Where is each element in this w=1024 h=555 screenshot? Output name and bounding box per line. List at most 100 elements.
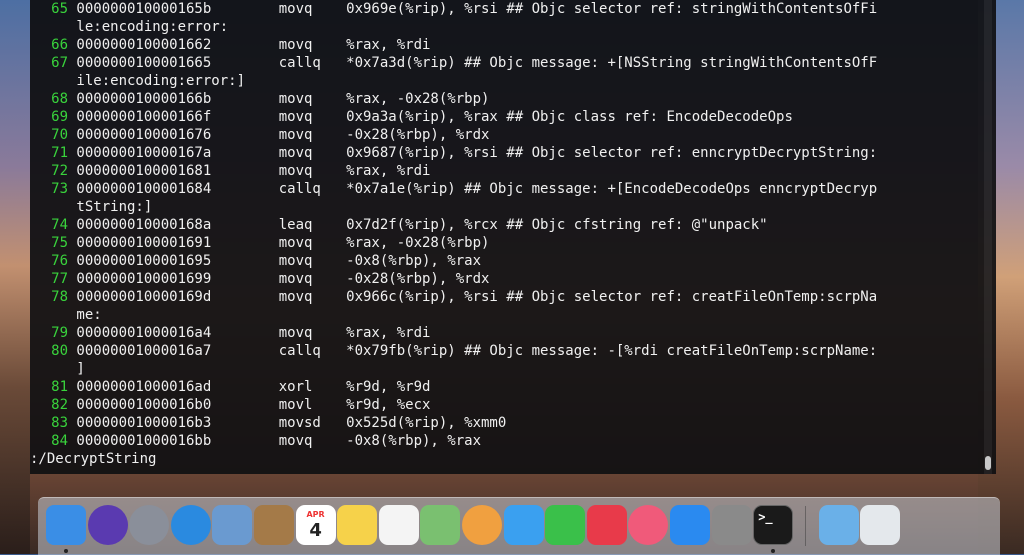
line-number: 80 (51, 343, 68, 359)
reminders-icon[interactable] (378, 505, 419, 545)
scrollbar-thumb[interactable] (985, 456, 991, 470)
terminal-line: le:encoding:error: (30, 18, 982, 36)
system-preferences-icon[interactable] (711, 505, 752, 545)
notes-icon[interactable] (337, 505, 378, 545)
launchpad-icon[interactable] (129, 505, 170, 545)
line-number: 72 (51, 163, 68, 179)
terminal-line: 83 00000001000016b3 movsd 0x525d(%rip), … (30, 414, 982, 432)
line-text: le:encoding:error: (68, 19, 229, 35)
line-text: 0000000100001676 movq -0x28(%rbp), %rdx (68, 127, 490, 143)
preview-icon[interactable] (212, 505, 253, 545)
line-number: 78 (51, 289, 68, 305)
line-text: 0000000100001662 movq %rax, %rdi (68, 37, 431, 53)
running-indicator (64, 549, 68, 553)
line-number: 77 (51, 271, 68, 287)
terminal-scrollbar[interactable] (984, 0, 992, 474)
siri-icon[interactable] (87, 505, 128, 545)
terminal-line: 78 000000010000169d movq 0x966c(%rip), %… (30, 288, 982, 306)
terminal-line: tString:] (30, 198, 982, 216)
line-text: 000000010000165b movq 0x969e(%rip), %rsi… (68, 1, 878, 17)
terminal-line: 74 000000010000168a leaq 0x7d2f(%rip), %… (30, 216, 982, 234)
terminal-line: ile:encoding:error:] (30, 72, 982, 90)
line-text: 00000001000016bb movq -0x8(%rbp), %rax (68, 433, 482, 449)
line-text: ile:encoding:error:] (68, 73, 246, 89)
terminal-line: 69 000000010000166f movq 0x9a3a(%rip), %… (30, 108, 982, 126)
safari-icon[interactable] (170, 505, 211, 545)
line-text: 00000001000016b0 movl %r9d, %ecx (68, 397, 431, 413)
terminal-line: 82 00000001000016b0 movl %r9d, %ecx (30, 396, 982, 414)
line-number: 81 (51, 379, 68, 395)
terminal-line: me: (30, 306, 982, 324)
terminal-line: 65 000000010000165b movq 0x969e(%rip), %… (30, 0, 982, 18)
news-icon[interactable] (586, 505, 627, 545)
calendar-icon[interactable]: APR 4 (295, 505, 336, 545)
terminal-line: 75 0000000100001691 movq %rax, -0x28(%rb… (30, 234, 982, 252)
line-text: 0000000100001691 movq %rax, -0x28(%rbp) (68, 235, 490, 251)
app-store-icon[interactable] (670, 505, 710, 545)
terminal-output: 65 000000010000165b movq 0x969e(%rip), %… (30, 0, 982, 468)
photos-icon[interactable] (462, 505, 502, 545)
line-number: 74 (51, 217, 68, 233)
line-text: 00000001000016ad xorl %r9d, %r9d (68, 379, 431, 395)
less-prompt[interactable]: :/DecryptString (30, 450, 982, 468)
line-number: 71 (51, 145, 68, 161)
line-number: 66 (51, 37, 68, 53)
line-number: 84 (51, 433, 68, 449)
line-text: 0000000100001695 movq -0x8(%rbp), %rax (68, 253, 482, 269)
line-number: 79 (51, 325, 68, 341)
terminal-line: 67 0000000100001665 callq *0x7a3d(%rip) … (30, 54, 982, 72)
calendar-day: 4 (309, 519, 322, 541)
calendar-month: APR (306, 509, 325, 519)
facetime-icon[interactable] (545, 505, 586, 545)
terminal-line: 71 000000010000167a movq 0x9687(%rip), %… (30, 144, 982, 162)
music-icon[interactable] (628, 505, 669, 545)
line-number: 73 (51, 181, 68, 197)
dock: APR 4 >_ (38, 497, 1000, 555)
line-number: 82 (51, 397, 68, 413)
line-number: 65 (51, 1, 68, 17)
line-number: 69 (51, 109, 68, 125)
line-text: 000000010000168a leaq 0x7d2f(%rip), %rcx… (68, 217, 768, 233)
line-number: 75 (51, 235, 68, 251)
line-number: 68 (51, 91, 68, 107)
line-number: 67 (51, 55, 68, 71)
line-text: 0000000100001684 callq *0x7a1e(%rip) ## … (68, 181, 878, 197)
notefile-icon[interactable] (254, 505, 294, 545)
terminal-line: 73 0000000100001684 callq *0x7a1e(%rip) … (30, 180, 982, 198)
terminal-line: 70 0000000100001676 movq -0x28(%rbp), %r… (30, 126, 982, 144)
line-text: 000000010000167a movq 0x9687(%rip), %rsi… (68, 145, 878, 161)
terminal-line: 77 0000000100001699 movq -0x28(%rbp), %r… (30, 270, 982, 288)
terminal-line: 80 00000001000016a7 callq *0x79fb(%rip) … (30, 342, 982, 360)
downloads-folder-icon[interactable] (818, 505, 859, 545)
line-text: 000000010000169d movq 0x966c(%rip), %rsi… (68, 289, 878, 305)
terminal-line: 72 0000000100001681 movq %rax, %rdi (30, 162, 982, 180)
line-text: 000000010000166b movq %rax, -0x28(%rbp) (68, 91, 490, 107)
line-text: 00000001000016b3 movsd 0x525d(%rip), %xm… (68, 415, 507, 431)
line-text: me: (68, 307, 102, 323)
terminal-window[interactable]: 65 000000010000165b movq 0x969e(%rip), %… (30, 0, 996, 474)
terminal-line: ] (30, 360, 982, 378)
line-text: 00000001000016a4 movq %rax, %rdi (68, 325, 431, 341)
line-number: 83 (51, 415, 68, 431)
line-text: 0000000100001665 callq *0x7a3d(%rip) ## … (68, 55, 878, 71)
line-number: 76 (51, 253, 68, 269)
running-indicator (771, 549, 776, 553)
line-text: ] (68, 361, 85, 377)
terminal-line: 79 00000001000016a4 movq %rax, %rdi (30, 324, 982, 342)
line-text: 0000000100001699 movq -0x28(%rbp), %rdx (68, 271, 490, 287)
terminal-line: 68 000000010000166b movq %rax, -0x28(%rb… (30, 90, 982, 108)
messages-icon[interactable] (503, 505, 544, 545)
line-text: 00000001000016a7 callq *0x79fb(%rip) ## … (68, 343, 878, 359)
line-text: 000000010000166f movq 0x9a3a(%rip), %rax… (68, 109, 793, 125)
dock-divider (804, 506, 806, 546)
terminal-line: 76 0000000100001695 movq -0x8(%rbp), %ra… (30, 252, 982, 270)
line-text: 0000000100001681 movq %rax, %rdi (68, 163, 431, 179)
finder-icon[interactable] (46, 505, 86, 545)
terminal-line: 66 0000000100001662 movq %rax, %rdi (30, 36, 982, 54)
line-text: tString:] (68, 199, 153, 215)
terminal-icon[interactable]: >_ (753, 505, 794, 545)
desktop-wallpaper-left (0, 0, 30, 554)
trash-icon[interactable] (860, 505, 901, 545)
line-number: 70 (51, 127, 68, 143)
maps-icon[interactable] (420, 505, 461, 545)
